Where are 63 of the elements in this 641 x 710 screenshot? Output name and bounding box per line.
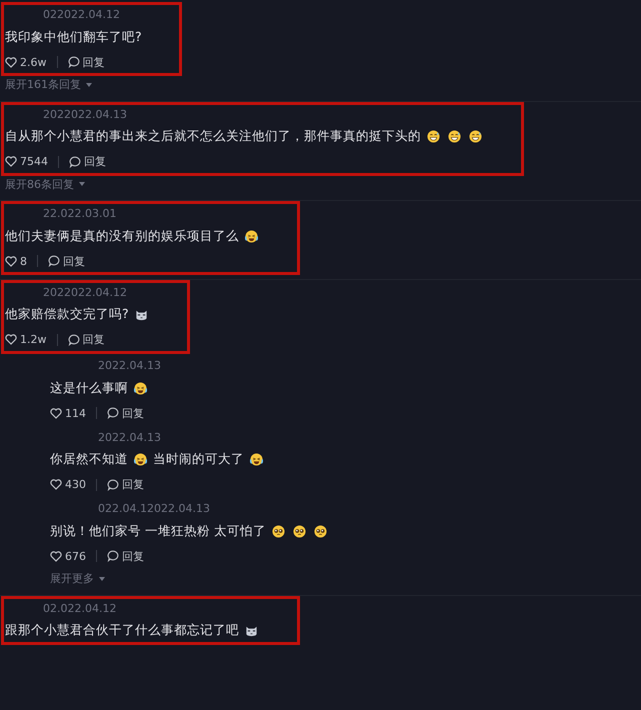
comment-icon[interactable] <box>107 407 119 419</box>
like-count: 8 <box>20 254 27 268</box>
laughing-tears-emoji-icon <box>245 230 258 242</box>
comment-text: 跟那个小慧君合伙干了什么事都忘记了吧 <box>5 622 239 639</box>
comment-text: 自从那个小慧君的事出来之后就不怎么关注他们了，那件事真的挺下头的 <box>5 128 421 145</box>
heart-icon[interactable] <box>5 334 17 345</box>
like-count: 7544 <box>20 155 48 168</box>
heart-icon[interactable] <box>50 479 62 490</box>
heart-icon[interactable] <box>5 256 17 266</box>
pleading-emoji-icon <box>314 524 327 538</box>
comment-date: 2022022.04.13 <box>43 108 127 120</box>
like-count: 2.6w <box>20 56 46 68</box>
comment-date: 2022.04.13 <box>98 359 161 372</box>
reply-button[interactable]: 回复 <box>82 54 104 70</box>
comment-icon[interactable] <box>69 156 81 168</box>
comment-date: 022.04.12022.04.13 <box>98 502 210 515</box>
comment-date: 22.022.03.01 <box>43 207 116 220</box>
comment-icon[interactable] <box>107 550 119 562</box>
comment-icon[interactable] <box>48 255 60 267</box>
reply-button[interactable]: 回复 <box>122 548 144 564</box>
cat-face-icon <box>245 624 258 637</box>
heart-icon[interactable] <box>5 56 17 68</box>
comment-text: 这是什么事啊 <box>50 380 128 396</box>
reply-button[interactable]: 回复 <box>122 477 144 492</box>
comment-text: 别说！他们家号 一堆狂热粉 太可怕了 <box>50 522 266 540</box>
laughing-tears-emoji-icon <box>250 453 263 466</box>
comment-icon[interactable] <box>68 334 80 346</box>
heart-icon[interactable] <box>50 408 62 418</box>
like-count: 1.2w <box>20 333 46 346</box>
comment-text: 当时闹的可大了 <box>153 451 244 468</box>
comment-text: 他家赔偿款交完了吗? <box>5 306 129 323</box>
comment-date: 02.022.04.12 <box>43 602 116 614</box>
comment-date: 2022022.04.12 <box>43 286 127 298</box>
comment-date: 022022.04.12 <box>43 8 120 21</box>
laughing-tears-emoji-icon <box>134 453 147 466</box>
caret-icon <box>99 576 105 580</box>
heart-icon[interactable] <box>5 156 17 167</box>
caret-icon <box>79 182 85 186</box>
reply-button[interactable]: 回复 <box>122 406 144 420</box>
reply-button[interactable]: 回复 <box>84 154 106 169</box>
expand-replies-link[interactable]: 展开更多 <box>50 571 94 586</box>
expand-replies-link[interactable]: 展开161条回复 <box>5 77 81 92</box>
expand-replies-link[interactable]: 展开86条回复 <box>5 176 74 192</box>
reply-button[interactable]: 回复 <box>82 332 104 347</box>
laughing-tears-emoji-icon <box>134 382 147 394</box>
like-count: 114 <box>65 406 86 420</box>
pleading-emoji-icon <box>272 524 285 538</box>
grinning-emoji-icon <box>448 130 461 143</box>
like-count: 676 <box>65 550 86 562</box>
comment-date: 2022.04.13 <box>98 430 161 444</box>
like-count: 430 <box>65 478 86 491</box>
comment-text: 你居然不知道 <box>50 451 128 468</box>
comment-text: 他们夫妻俩是真的没有别的娱乐项目了么 <box>5 228 239 244</box>
comment-icon[interactable] <box>107 478 119 490</box>
pleading-emoji-icon <box>292 524 306 538</box>
reply-button[interactable]: 回复 <box>63 254 85 268</box>
grinning-emoji-icon <box>427 130 440 143</box>
heart-icon[interactable] <box>50 550 62 562</box>
cat-face-icon <box>134 308 148 321</box>
comment-text: 我印象中他们翻车了吧? <box>5 28 142 46</box>
comment-icon[interactable] <box>68 56 80 68</box>
caret-icon <box>86 82 92 86</box>
grinning-emoji-icon <box>469 130 482 143</box>
